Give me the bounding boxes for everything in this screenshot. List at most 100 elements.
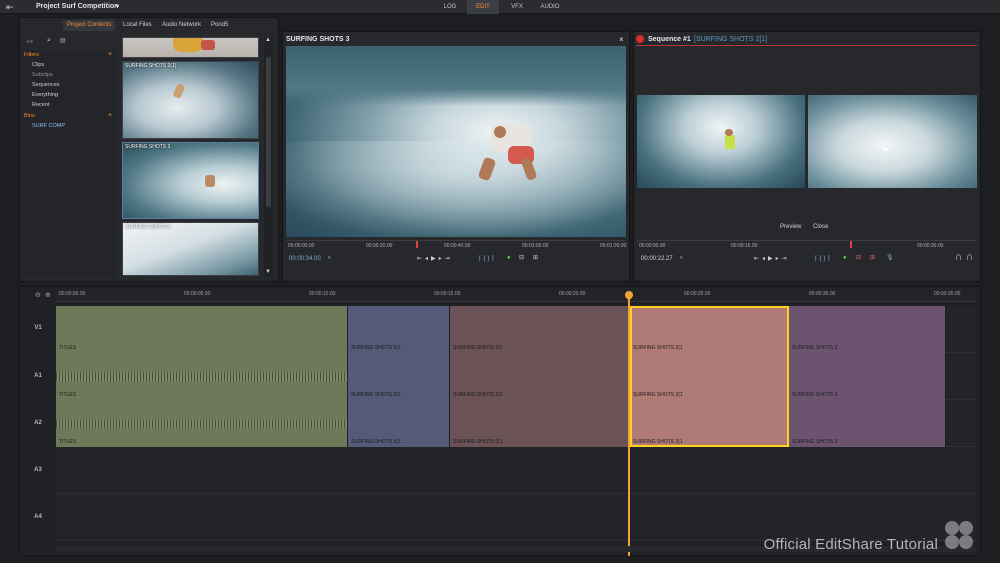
lift-icon[interactable]: ⊟ [856,254,861,261]
clip-surfing-shots-2a-audio[interactable]: SURFING SHOTS 2(1 [450,353,630,400]
track-lane-a2[interactable]: TITLES SURFING SHOTS 5(1 SURFING SHOTS 2… [56,400,976,447]
bin-tree: Filters + Clips Subclips Sequences Every… [20,50,116,278]
timeline-ruler[interactable]: 00:00:00.00 00:00:05.00 00:00:10.00 00:0… [56,288,976,302]
track-lane-a4[interactable] [56,494,976,541]
record-transport-controls[interactable]: ⇤◂▶▸⇥ [754,255,790,262]
filter-recent[interactable]: Recent [32,100,49,110]
scroll-down-icon[interactable]: ▼ [265,269,271,275]
filters-header[interactable]: Filters [24,50,39,60]
search-icon[interactable]: ⌕ [47,37,51,45]
clip-surfing-shots-3-audio[interactable]: SURFING SHOTS 3 [789,353,946,400]
scroll-thumb[interactable] [266,57,271,207]
tab-edit[interactable]: EDIT [467,0,499,14]
list-view-icon[interactable]: ▤ [60,37,66,44]
track-lane-v1[interactable]: TITLES SURFING SHOTS 5(1 SURFING SHOTS 2… [56,306,976,353]
clip-thumbnail-surfing-shots-2[interactable]: SURFING SHOTS 2(1) [122,61,259,139]
clip-thumbnail-surfing-shots-4[interactable]: SURFING SHOTS 4 [122,222,259,276]
audio-icon[interactable]: 🎙 [886,254,894,261]
clip-label: TITLES [59,392,76,398]
clip-surfing-shots-3[interactable]: SURFING SHOTS 3 [789,306,946,353]
timeline-ruler-tick: 00:00:10.00 [309,291,336,297]
record-playhead[interactable] [850,241,852,248]
clip-label: SURFING SHOTS 2(1 [453,439,503,445]
tab-local-files[interactable]: Local Files [119,20,156,31]
source-ruler[interactable]: 00:00:00.00 00:00:20.00 00:00:40.00 00:0… [286,240,627,249]
record-divider [636,45,977,46]
timeline-playhead[interactable] [628,292,630,556]
tab-vfx[interactable]: VFX [503,0,531,14]
bins-header[interactable]: Bins [24,111,35,121]
preview-button[interactable]: Preview [776,223,805,231]
trim-right-icon[interactable]: ⋂ [967,254,972,261]
tab-pond5[interactable]: Pond5 [207,20,232,31]
filter-clips[interactable]: Clips [32,60,44,70]
mark-in-out-icons[interactable]: ⌈{}⌉ [815,255,832,262]
chevron-down-icon[interactable]: ▾ [680,255,683,261]
record-frame-left[interactable] [637,95,805,188]
tab-project-contents[interactable]: Project Contents [63,20,116,31]
clip-surfing-shots-2b-audio[interactable]: SURFING SHOTS 2(1 [630,400,789,447]
clip-surfing-shots-2b[interactable]: SURFING SHOTS 2(1 [630,306,789,353]
zoom-in-icon[interactable]: ⊕ [45,291,51,299]
track-header-a1[interactable]: A1 [20,373,56,379]
track-lane-a3[interactable] [56,447,976,494]
clip-thumbnail-surfing-shots-3[interactable]: SURFING SHOTS 3 [122,142,259,219]
record-ruler[interactable]: 00:00:00.00 00:00:15.00 00:00:30.00 [637,240,977,249]
insert-icon[interactable]: ⊟ [519,254,524,261]
clip-surfing-shots-3-audio[interactable]: SURFING SHOTS 3 [789,400,946,447]
source-timecode[interactable]: 00:00:34.00 [289,256,321,262]
overwrite-icon[interactable]: ⊞ [533,254,538,261]
track-lane-a1[interactable]: TITLES SURFING SHOTS 5(1 SURFING SHOTS 2… [56,353,976,400]
add-marker-icon[interactable]: ● [507,255,511,261]
waveform [56,371,347,383]
filter-everything[interactable]: Everything [32,90,58,100]
clip-surfing-shots-5-audio[interactable]: SURFING SHOTS 5(1 [348,353,450,400]
clip-surfing-shots-2a-audio[interactable]: SURFING SHOTS 2(1 [450,400,630,447]
clip-label: SURFING SHOTS 3 [792,439,838,445]
chevron-down-icon[interactable]: ▾ [116,3,119,10]
thumbnail-label: SURFING SHOTS 3 [125,144,171,150]
clip-titles-audio[interactable]: TITLES [56,400,348,447]
top-bar: ⇤ Project Surf Competition ▾ LOG EDIT VF… [0,0,1000,14]
close-icon[interactable]: × [619,35,624,44]
record-timecode[interactable]: 00:00:22.27 [641,256,673,262]
record-frame-right[interactable]: ➤ [808,95,977,188]
extract-icon[interactable]: ⊞ [870,254,875,261]
track-header-a2[interactable]: A2 [20,420,56,426]
filter-sequences[interactable]: Sequences [32,80,60,90]
clip-surfing-shots-2b-audio[interactable]: SURFING SHOTS 2(1 [630,353,789,400]
track-header-a3[interactable]: A3 [20,467,56,473]
add-filter-icon[interactable]: + [108,50,112,60]
clip-titles-audio[interactable]: TITLES [56,353,348,400]
mark-in-out-icons[interactable]: ⌈{}⌉ [479,255,496,262]
clip-label: TITLES [59,439,76,445]
trim-left-icon[interactable]: ⋂ [956,254,961,261]
track-header-v1[interactable]: V1 [20,325,56,331]
browser-scrollbar[interactable]: ▲ ▼ [264,37,273,277]
filter-subclips[interactable]: Subclips [32,70,53,80]
source-video-frame[interactable] [286,46,626,237]
clip-surfing-shots-5[interactable]: SURFING SHOTS 5(1 [348,306,450,353]
add-marker-icon[interactable]: ● [843,255,847,261]
track-header-a4[interactable]: A4 [20,514,56,520]
clip-surfing-shots-5-audio[interactable]: SURFING SHOTS 5(1 [348,400,450,447]
bin-surf-comp[interactable]: SURF COMP [32,121,65,131]
tab-audio-network[interactable]: Audio Network [158,20,205,31]
editshare-logo-icon [942,518,976,552]
source-playhead[interactable] [416,241,418,248]
back-icon[interactable]: ◂ ▸ [26,38,34,45]
clip-titles[interactable]: TITLES [56,306,348,353]
source-transport-controls[interactable]: ⇤◂▶▸⇥ [417,255,453,262]
project-title[interactable]: Project Surf Competition [36,3,118,10]
zoom-out-icon[interactable]: ⊖ [35,291,41,299]
scroll-up-icon[interactable]: ▲ [265,37,271,43]
clip-surfing-shots-2a[interactable]: SURFING SHOTS 2(1 [450,306,630,353]
close-button[interactable]: Close [809,223,832,231]
tab-audio[interactable]: AUDIO [534,0,566,14]
exit-icon[interactable]: ⇤ [6,2,14,13]
chevron-down-icon[interactable]: ▾ [328,255,331,261]
clip-thumbnail[interactable] [122,37,259,58]
source-ruler-tick: 00:01:20.00 [600,243,627,249]
tab-log[interactable]: LOG [436,0,464,14]
add-bin-icon[interactable]: + [108,111,112,121]
